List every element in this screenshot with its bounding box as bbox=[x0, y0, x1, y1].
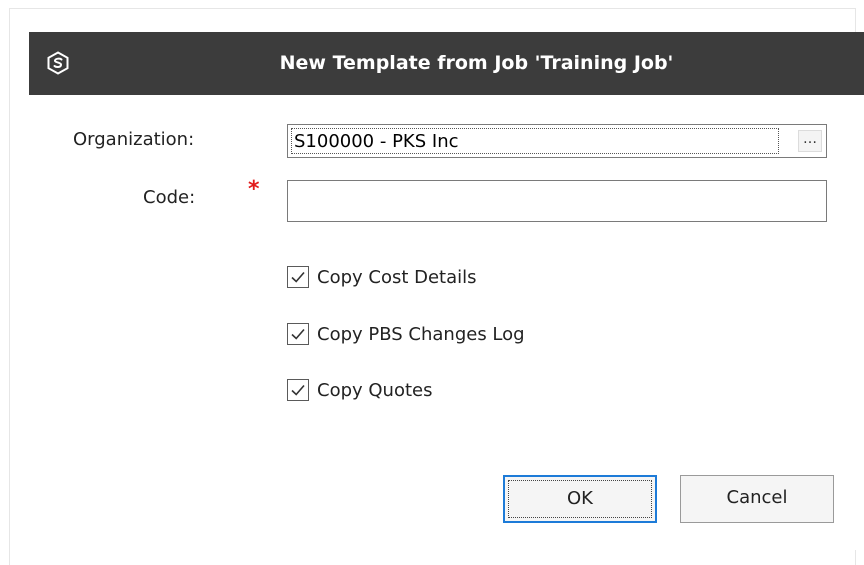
organization-value[interactable]: S100000 - PKS Inc bbox=[291, 128, 779, 154]
code-label: Code: bbox=[143, 187, 196, 208]
copy-quotes-label[interactable]: Copy Quotes bbox=[317, 380, 432, 401]
cancel-button-label: Cancel bbox=[726, 487, 788, 508]
organization-field[interactable]: S100000 - PKS Inc … bbox=[287, 124, 827, 158]
checkmark-icon bbox=[291, 328, 305, 340]
checkmark-icon bbox=[291, 384, 305, 396]
required-indicator: * bbox=[248, 177, 260, 202]
organization-label: Organization: bbox=[73, 129, 195, 150]
code-input[interactable] bbox=[287, 180, 827, 222]
copy-quotes-option[interactable]: Copy Quotes bbox=[287, 377, 432, 403]
focus-rectangle bbox=[508, 480, 652, 518]
organization-browse-button[interactable]: … bbox=[798, 130, 822, 152]
ok-button[interactable]: OK bbox=[503, 475, 657, 523]
copy-cost-details-label[interactable]: Copy Cost Details bbox=[317, 267, 477, 288]
copy-cost-details-checkbox[interactable] bbox=[287, 266, 309, 288]
cancel-button[interactable]: Cancel bbox=[680, 475, 834, 523]
checkmark-icon bbox=[291, 271, 305, 283]
copy-pbs-changes-log-label[interactable]: Copy PBS Changes Log bbox=[317, 324, 525, 345]
new-template-dialog: New Template from Job 'Training Job' Org… bbox=[29, 32, 864, 550]
dialog-title: New Template from Job 'Training Job' bbox=[279, 52, 674, 74]
dialog-titlebar[interactable]: New Template from Job 'Training Job' bbox=[29, 32, 864, 95]
copy-quotes-checkbox[interactable] bbox=[287, 379, 309, 401]
copy-pbs-changes-log-checkbox[interactable] bbox=[287, 323, 309, 345]
copy-pbs-changes-log-option[interactable]: Copy PBS Changes Log bbox=[287, 321, 525, 347]
copy-cost-details-option[interactable]: Copy Cost Details bbox=[287, 264, 477, 290]
